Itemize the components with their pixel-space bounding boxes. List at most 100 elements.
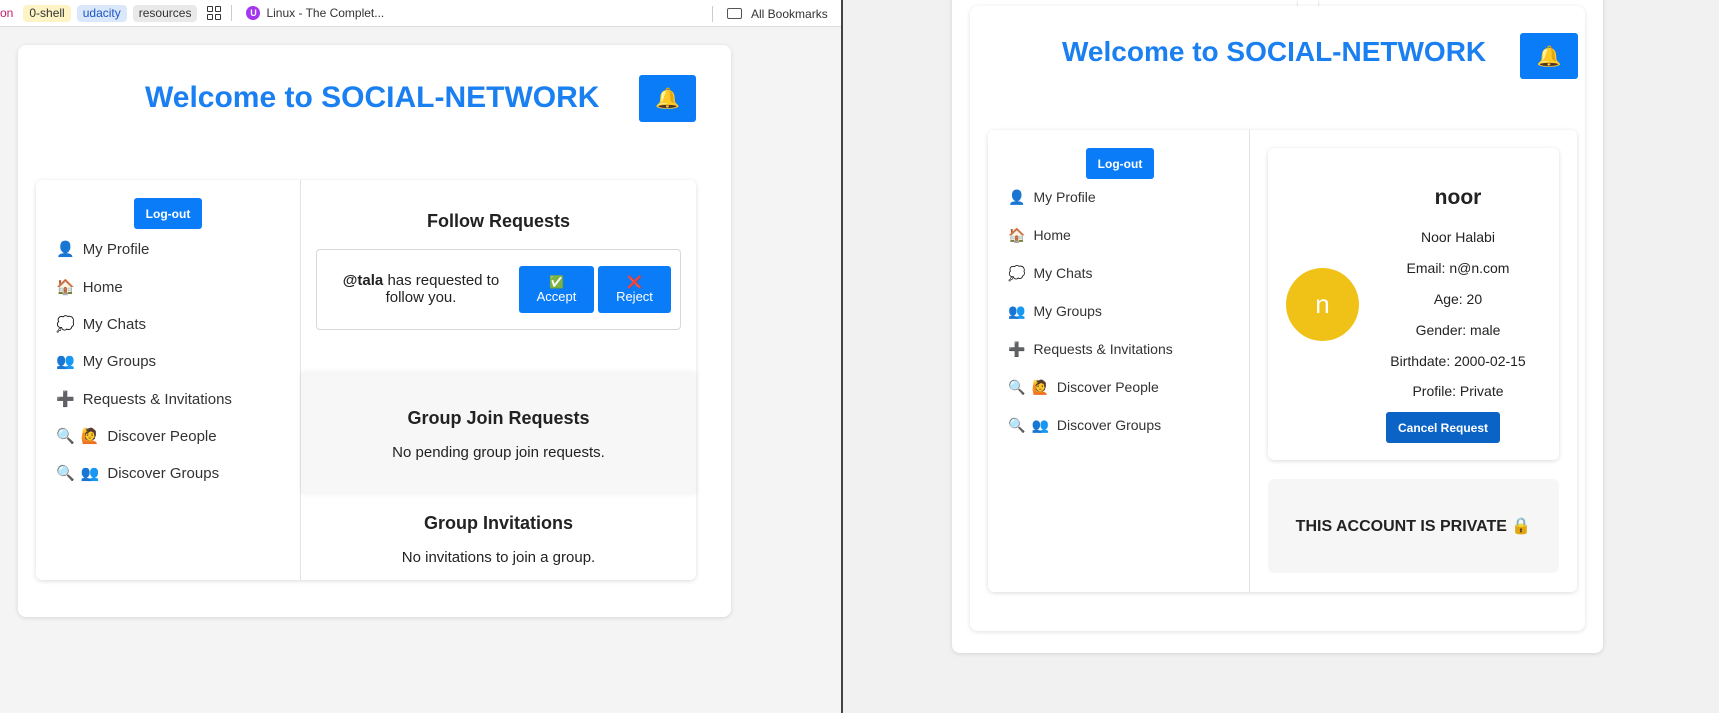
home-icon: 🏠 (56, 279, 75, 296)
group-invitations-title: Group Invitations (423, 513, 573, 533)
user-icon: 👤 (1008, 188, 1026, 205)
sidebar: Log-out 👤 My Profile 🏠 Home 💭 My Chats 👥… (988, 130, 1250, 592)
follow-requests-title: Follow Requests (426, 211, 570, 231)
magnifier-icon: 🔍 (56, 465, 75, 482)
sidebar-item-discover-people[interactable]: 🔍 🙋 Discover People (56, 425, 217, 447)
users-icon: 👥 (1008, 302, 1026, 319)
bookmark-resources[interactable]: resources (132, 4, 198, 22)
chat-bubble-icon: 💭 (56, 316, 75, 333)
requester-username[interactable]: @tala (343, 272, 383, 289)
content-panel: Log-out 👤 My Profile 🏠 Home 💭 My Chats 👥… (36, 180, 696, 580)
sidebar-item-my-profile[interactable]: 👤 My Profile (56, 238, 149, 260)
group-invitations-empty-text: No invitations to join a group. (401, 549, 596, 566)
sidebar-item-label: My Chats (1033, 265, 1093, 281)
main-container: Welcome to SOCIAL-NETWORK 🔔 Log-out 👤 My… (952, 0, 1603, 653)
bookmark-on[interactable]: on (0, 5, 17, 22)
sidebar-item-label: Requests & Invitations (1033, 341, 1173, 357)
sidebar-item-requests[interactable]: ➕ Requests & Invitations (1008, 339, 1173, 359)
sidebar-item-my-chats[interactable]: 💭 My Chats (56, 313, 146, 335)
group-join-empty-text: No pending group join requests. (392, 444, 605, 461)
bookmark-separator (231, 5, 233, 21)
left-browser-pane: on 0-shell udacity resources U Linux - T… (0, 0, 841, 713)
magnifier-icon: 🔍 (56, 428, 75, 445)
sidebar-item-label: My Groups (82, 352, 157, 370)
sidebar-item-my-chats[interactable]: 💭 My Chats (1008, 263, 1093, 283)
folder-icon (727, 8, 742, 19)
follow-request-message: has requested to follow you. (383, 272, 500, 306)
sidebar-item-label: My Profile (82, 240, 150, 258)
sidebar-item-label: My Profile (1033, 189, 1096, 205)
profile-birthdate: Birthdate: 2000-02-15 (1390, 353, 1526, 369)
all-bookmarks[interactable]: All Bookmarks (712, 0, 828, 27)
bookmark-0-shell[interactable]: 0-shell (23, 4, 71, 22)
bookmark-linux-course[interactable]: U Linux - The Complet... (246, 6, 384, 20)
user-icon: 👤 (56, 241, 75, 258)
cross-icon: ❌ (627, 274, 642, 289)
bookmark-linux-label: Linux - The Complet... (266, 6, 385, 20)
sidebar-item-label: Home (1033, 227, 1071, 243)
profile-full-name: Noor Halabi (1421, 229, 1495, 245)
sidebar-item-discover-people[interactable]: 🔍 🙋 Discover People (1008, 377, 1159, 397)
group-join-title: Group Join Requests (407, 408, 590, 428)
accept-label: Accept (536, 288, 577, 304)
inner-container: Welcome to SOCIAL-NETWORK 🔔 Log-out 👤 My… (970, 6, 1585, 631)
sidebar-item-my-groups[interactable]: 👥 My Groups (1008, 301, 1102, 321)
udemy-icon: U (246, 6, 261, 20)
sidebar-item-my-groups[interactable]: 👥 My Groups (56, 350, 156, 372)
notifications-button[interactable]: 🔔 (639, 75, 696, 122)
home-icon: 🏠 (1008, 226, 1026, 243)
sidebar-item-home[interactable]: 🏠 Home (1008, 225, 1071, 245)
bookmark-separator-right (712, 5, 713, 22)
reject-label: Reject (616, 288, 653, 304)
content-panel: Log-out 👤 My Profile 🏠 Home 💭 My Chats 👥… (988, 130, 1577, 592)
sidebar-item-label: Discover Groups (1056, 417, 1162, 433)
magnifier-icon: 🔍 (1008, 378, 1026, 395)
sidebar: Log-out 👤 My Profile 🏠 Home 💭 My Chats 👥… (36, 180, 301, 580)
plus-icon: ➕ (1008, 340, 1026, 357)
sidebar-item-label: My Chats (82, 315, 147, 333)
bookmark-udacity[interactable]: udacity (76, 4, 127, 22)
bell-icon: 🔔 (655, 88, 680, 110)
apps-grid-icon[interactable] (207, 6, 222, 20)
sidebar-item-label: Home (82, 278, 123, 296)
notifications-button[interactable]: 🔔 (1520, 33, 1578, 79)
page-title: Welcome to SOCIAL-NETWORK (145, 81, 600, 114)
profile-card: n noor Noor Halabi Email: n@n.com Age: 2… (1268, 148, 1559, 460)
sidebar-item-label: Requests & Invitations (82, 390, 232, 408)
bell-icon: 🔔 (1536, 45, 1562, 68)
profile-privacy: Profile: Private (1412, 383, 1504, 399)
avatar: n (1286, 268, 1359, 341)
profile-email: Email: n@n.com (1406, 260, 1510, 276)
follow-request-text: @tala has requested to follow you. (331, 272, 511, 306)
follow-request-card: @tala has requested to follow you. ✅ Acc… (316, 249, 681, 330)
page-title: Welcome to SOCIAL-NETWORK (1062, 36, 1487, 67)
reject-button[interactable]: ❌ Reject (598, 266, 671, 313)
sidebar-item-discover-groups[interactable]: 🔍 👥 Discover Groups (56, 462, 219, 484)
raising-hand-icon: 🙋 (80, 428, 100, 445)
accept-button[interactable]: ✅ Accept (519, 266, 594, 313)
users-icon: 👥 (1031, 416, 1049, 433)
sidebar-item-label: Discover Groups (107, 464, 220, 482)
sidebar-item-discover-groups[interactable]: 🔍 👥 Discover Groups (1008, 415, 1161, 435)
group-join-section: Group Join Requests No pending group joi… (301, 372, 696, 494)
sidebar-item-label: Discover People (107, 427, 217, 445)
logout-button[interactable]: Log-out (134, 198, 202, 229)
chat-bubble-icon: 💭 (1008, 264, 1026, 281)
sidebar-item-home[interactable]: 🏠 Home (56, 276, 123, 298)
main-container: Welcome to SOCIAL-NETWORK 🔔 Log-out 👤 My… (18, 45, 731, 617)
sidebar-item-my-profile[interactable]: 👤 My Profile (1008, 187, 1096, 207)
private-account-notice: THIS ACCOUNT IS PRIVATE 🔒 (1268, 479, 1559, 573)
right-browser-pane: Welcome to SOCIAL-NETWORK 🔔 Log-out 👤 My… (843, 0, 1719, 713)
profile-age: Age: 20 (1433, 291, 1483, 307)
sidebar-item-label: Discover People (1056, 379, 1159, 395)
logout-button[interactable]: Log-out (1086, 148, 1154, 179)
cancel-request-button[interactable]: Cancel Request (1386, 412, 1500, 443)
sidebar-item-requests[interactable]: ➕ Requests & Invitations (56, 388, 232, 410)
users-icon: 👥 (80, 465, 100, 482)
raising-hand-icon: 🙋 (1031, 378, 1049, 395)
magnifier-icon: 🔍 (1008, 416, 1026, 433)
all-bookmarks-label: All Bookmarks (751, 6, 828, 21)
profile-username: noor (1434, 186, 1482, 209)
profile-gender: Gender: male (1415, 322, 1501, 338)
bookmarks-bar: on 0-shell udacity resources U Linux - T… (0, 0, 841, 27)
